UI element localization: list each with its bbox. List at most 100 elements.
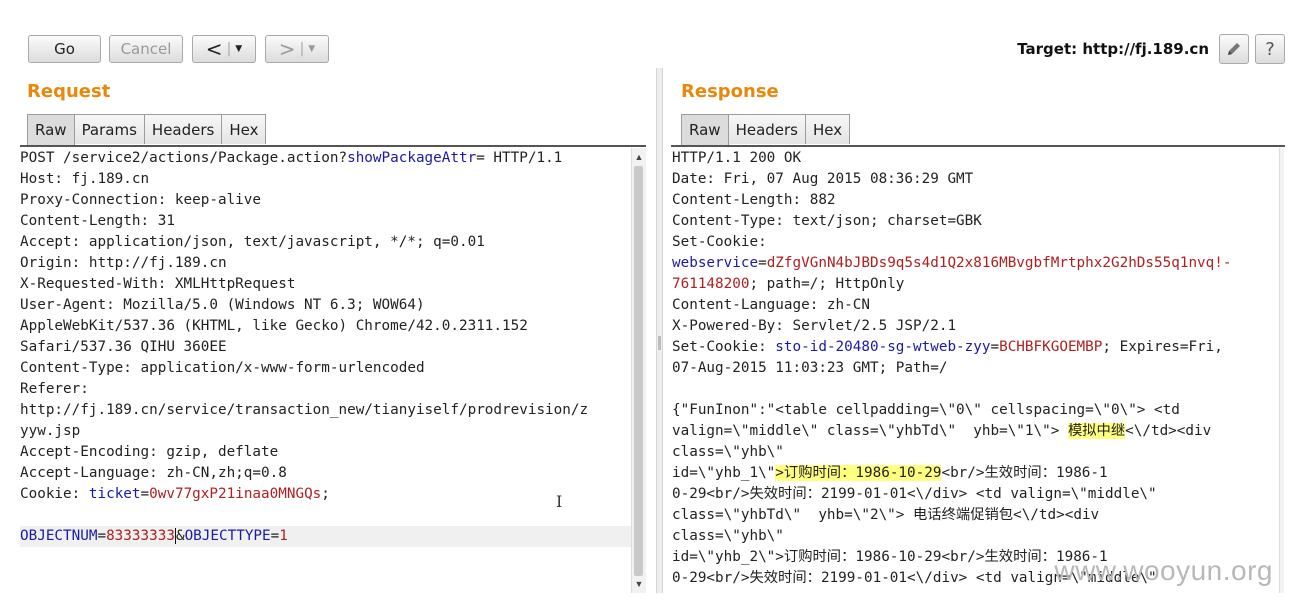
response-token: id=\"yhb_2\">订购时间：1986-10-29<br/>生效时间：19… <box>672 549 1108 565</box>
response-token: 0-29<br/>失效时间：2199-01-01<\/div> <td vali… <box>672 486 1157 502</box>
request-token: POST /service2/actions/Package.action? <box>20 150 348 166</box>
request-line: yyw.jsp <box>20 421 631 442</box>
tab-hex[interactable]: Hex <box>221 114 267 144</box>
response-tabs: Raw Headers Hex <box>681 114 851 145</box>
request-token: ticket <box>88 486 141 502</box>
go-button[interactable]: Go <box>28 35 101 63</box>
tab-hex[interactable]: Hex <box>805 114 851 144</box>
request-token: Proxy-Connection: keep-alive <box>20 192 262 208</box>
response-token: Content-Length: 882 <box>672 192 836 208</box>
request-token: AppleWebKit/537.36 (KHTML, like Gecko) C… <box>20 318 528 334</box>
response-token: Set-Cookie: <box>672 339 776 355</box>
response-token: {"FunInon":"<table cellpadding=\"0\" cel… <box>672 402 1180 418</box>
response-line: Set-Cookie: sto-id-20480-sg-wtweb-zyy=BC… <box>672 337 1279 358</box>
tab-params[interactable]: Params <box>73 114 145 144</box>
request-token: = <box>140 486 150 502</box>
burp-repeater-window: Go Cancel < | ▼ > | ▼ Target: http://fj.189.… <box>20 20 1285 593</box>
chevron-down-icon: ▼ <box>308 44 316 54</box>
pane-splitter[interactable] <box>656 68 663 593</box>
scroll-down-icon[interactable]: ▼ <box>632 577 646 591</box>
response-line: id=\"yhb_1\">订购时间：1986-10-29<br/>生效时间：19… <box>672 463 1279 484</box>
response-token: sto-id-20480-sg-wtweb-zyy <box>775 339 991 355</box>
response-line: 0-29<br/>失效时间：2199-01-01<\/div> <td vali… <box>672 484 1279 505</box>
response-editor[interactable]: HTTP/1.1 200 OK Date: Fri, 07 Aug 2015 08… <box>672 148 1279 593</box>
response-line: Date: Fri, 07 Aug 2015 08:36:29 GMT <box>672 169 1279 190</box>
request-token: Host: fj.189.cn <box>20 171 150 187</box>
response-line: class=\"yhb\" <box>672 526 1279 547</box>
forward-button[interactable]: > | ▼ <box>265 35 329 63</box>
request-editor[interactable]: POST /service2/actions/Package.action?sh… <box>20 148 631 593</box>
response-token: Content-Type: text/json; charset=GBK <box>672 213 982 229</box>
response-token: 模拟中继 <box>1067 423 1126 439</box>
back-button[interactable]: < | ▼ <box>192 35 256 63</box>
tab-headers[interactable]: Headers <box>143 114 223 144</box>
response-token: = <box>990 339 1000 355</box>
response-line: Content-Length: 882 <box>672 190 1279 211</box>
request-line: Cookie: ticket=0wv77gxP21inaa0MNGQs; <box>20 484 631 505</box>
response-line: 761148200; path=/; HttpOnly <box>672 274 1279 295</box>
request-tab-divider <box>20 145 646 147</box>
request-token: http://fj.189.cn/service/transaction_new… <box>20 402 589 418</box>
request-line: Host: fj.189.cn <box>20 169 631 190</box>
tab-raw[interactable]: Raw <box>27 114 75 145</box>
response-line: {"FunInon":"<table cellpadding=\"0\" cel… <box>672 400 1279 421</box>
edit-target-button[interactable] <box>1219 34 1249 64</box>
response-line: Content-Type: text/json; charset=GBK <box>672 211 1279 232</box>
request-line: http://fj.189.cn/service/transaction_new… <box>20 400 631 421</box>
request-token: Content-Length: 31 <box>20 213 175 229</box>
response-token: webservice <box>672 255 759 271</box>
request-token: Accept-Language: zh-CN,zh;q=0.8 <box>20 465 287 481</box>
help-button[interactable]: ? <box>1255 34 1285 64</box>
request-token: Content-Type: application/x-www-form-url… <box>20 360 425 376</box>
response-tab-divider <box>671 145 1285 147</box>
request-line: Accept-Language: zh-CN,zh;q=0.8 <box>20 463 631 484</box>
request-scrollbar[interactable]: ▲ ▼ <box>631 148 646 593</box>
response-token: id=\"yhb_1\" <box>672 465 776 481</box>
request-line: User-Agent: Mozilla/5.0 (Windows NT 6.3;… <box>20 295 631 316</box>
request-line: Content-Type: application/x-www-form-url… <box>20 358 631 379</box>
request-token: = HTTP/1.1 <box>476 150 563 166</box>
response-token: dZfgVGnN4bJBDs9q5s4d1Q2x816MBvgbfMrtphx2… <box>766 255 1232 271</box>
request-line: Origin: http://fj.189.cn <box>20 253 631 274</box>
scroll-up-icon[interactable]: ▲ <box>632 150 646 164</box>
response-token: HTTP/1.1 200 OK <box>672 150 802 166</box>
help-icon: ? <box>1265 38 1275 60</box>
response-line: Set-Cookie: <box>672 232 1279 253</box>
request-token: = <box>270 528 280 544</box>
request-token: Origin: http://fj.189.cn <box>20 255 227 271</box>
request-token: = <box>97 528 107 544</box>
tab-headers[interactable]: Headers <box>727 114 806 144</box>
request-line: POST /service2/actions/Package.action?sh… <box>20 148 631 169</box>
response-line <box>672 379 1279 400</box>
response-token: class=\"yhbTd\" yhb=\"2\"> 电话终端促销包<\/td>… <box>672 507 1100 523</box>
response-token: ; Expires=Fri, <box>1102 339 1223 355</box>
response-scrollbar[interactable] <box>1279 148 1284 593</box>
response-line: webservice=dZfgVGnN4bJBDs9q5s4d1Q2x816MB… <box>672 253 1279 274</box>
request-line: Proxy-Connection: keep-alive <box>20 190 631 211</box>
response-token: ; path=/; HttpOnly <box>749 276 905 292</box>
request-token: ; <box>321 486 330 502</box>
response-token: 07-Aug-2015 11:03:23 GMT; Path=/ <box>672 360 948 376</box>
response-token: Date: Fri, 07 Aug 2015 08:36:29 GMT <box>672 171 974 187</box>
response-token: Content-Language: zh-CN <box>672 297 870 313</box>
forward-arrow-icon: > <box>278 37 296 61</box>
response-token: class=\"yhb\" <box>672 528 784 544</box>
request-line <box>20 505 631 526</box>
request-line: Safari/537.36 QIHU 360EE <box>20 337 631 358</box>
request-token: 1 <box>279 528 288 544</box>
cancel-button[interactable]: Cancel <box>109 35 183 63</box>
request-token: Accept: application/json, text/javascrip… <box>20 234 485 250</box>
request-token: 0wv77gxP21inaa0MNGQs <box>149 486 322 502</box>
pencil-icon <box>1228 43 1240 55</box>
request-line: OBJECTNUM=83333333&OBJECTTYPE=1 <box>20 526 631 547</box>
watermark-text: www.wooyun.org <box>1054 555 1273 586</box>
tab-raw[interactable]: Raw <box>681 114 729 145</box>
request-title: Request <box>27 81 111 102</box>
request-token: User-Agent: Mozilla/5.0 (Windows NT 6.3;… <box>20 297 425 313</box>
chevron-down-icon: ▼ <box>235 44 243 54</box>
response-line: HTTP/1.1 200 OK <box>672 148 1279 169</box>
response-line: class=\"yhbTd\" yhb=\"2\"> 电话终端促销包<\/td>… <box>672 505 1279 526</box>
response-token: valign=\"middle\" class=\"yhbTd\" yhb=\"… <box>672 423 1068 439</box>
request-token: Referer: <box>20 381 89 397</box>
request-scroll-thumb[interactable] <box>634 166 643 576</box>
